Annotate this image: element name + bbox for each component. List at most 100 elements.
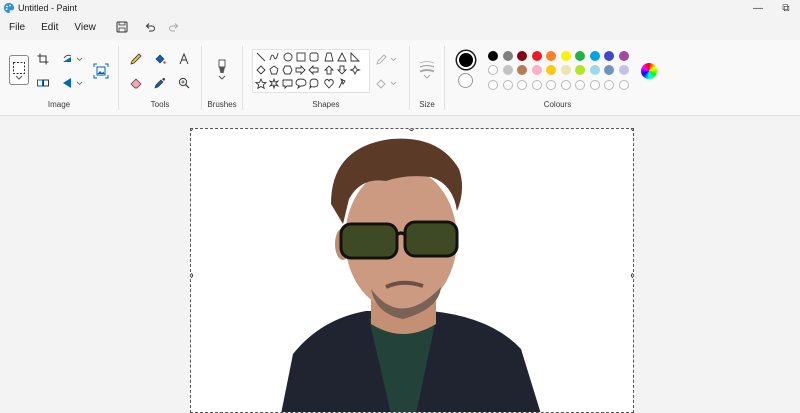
size-group: Size [410, 40, 444, 116]
custom-colour-slot[interactable] [575, 80, 585, 90]
shape-outline-icon [376, 54, 397, 65]
menu-file[interactable]: File [0, 16, 33, 38]
right-arrow-shape-icon [295, 64, 306, 76]
image-group-label: Image [47, 100, 71, 109]
colour-swatch[interactable] [618, 65, 629, 75]
colour-swatch[interactable] [531, 65, 542, 75]
crop-button[interactable] [36, 52, 50, 66]
colour-swatch[interactable] [546, 65, 556, 75]
menu-edit[interactable]: Edit [33, 16, 66, 38]
undo-button[interactable] [138, 16, 162, 38]
custom-colour-slot[interactable] [589, 80, 600, 90]
title-bar: Untitled - Paint — ⧉ [0, 0, 800, 16]
colour-swatch[interactable] [575, 65, 585, 75]
resize-handle[interactable] [631, 273, 633, 278]
magnifier-button[interactable] [177, 76, 191, 90]
secondary-color-swatch[interactable] [458, 73, 473, 88]
text-button[interactable] [177, 52, 191, 66]
colour-swatch[interactable] [575, 51, 585, 61]
image-creator-icon [93, 63, 109, 79]
colour-swatch[interactable] [560, 51, 571, 61]
shapes-grid [254, 51, 361, 90]
colour-swatch[interactable] [488, 51, 498, 61]
colour-swatch[interactable] [604, 65, 614, 75]
colour-swatch[interactable] [589, 51, 600, 61]
flip-icon [63, 78, 83, 88]
resize-handle[interactable] [631, 129, 633, 131]
cloud-callout-shape-icon [309, 78, 319, 90]
window-controls: — ⧉ [744, 0, 800, 16]
six-point-star-shape-icon [268, 77, 280, 90]
custom-colour-slot[interactable] [560, 80, 571, 90]
colour-swatch[interactable] [517, 65, 527, 75]
colour-swatch[interactable] [604, 51, 614, 61]
colour-swatch[interactable] [488, 65, 498, 75]
colours-group: Colours [445, 40, 670, 116]
custom-colour-slot[interactable] [618, 80, 629, 90]
rectangle-shape-icon [296, 52, 306, 62]
colour-swatch[interactable] [502, 65, 513, 75]
colour-swatch[interactable] [546, 51, 556, 61]
pentagon-shape-icon [269, 65, 279, 75]
minimize-button[interactable]: — [744, 0, 772, 16]
paint-palette-icon [4, 3, 14, 13]
portrait-photo [281, 138, 541, 412]
chevron-down-icon [15, 75, 23, 80]
edit-colors-button[interactable] [641, 63, 657, 79]
size-group-label: Size [419, 100, 435, 109]
restore-button[interactable]: ⧉ [772, 0, 800, 16]
custom-colour-slot[interactable] [502, 80, 513, 90]
tools-group-label: Tools [150, 100, 170, 109]
colour-swatch[interactable] [502, 51, 513, 61]
eraser-button[interactable] [129, 76, 143, 90]
brushes-button[interactable] [213, 54, 231, 84]
flip-button[interactable] [60, 76, 84, 90]
ribbon: Image Tools Brushes Shapes Size Colours [0, 40, 800, 116]
redo-button[interactable] [162, 16, 186, 38]
shapes-group: Shapes [243, 40, 409, 116]
rotate-icon [63, 54, 83, 62]
rounded-rectangle-shape-icon [309, 52, 319, 62]
four-point-star-shape-icon [349, 64, 361, 76]
colour-swatch[interactable] [531, 51, 542, 61]
rectangle-callout-shape-icon [282, 79, 293, 90]
drawing-canvas[interactable] [190, 128, 634, 413]
eraser-icon [130, 78, 142, 89]
brushes-group-label: Brushes [207, 100, 237, 109]
rotate-button[interactable] [60, 52, 84, 66]
size-button[interactable] [417, 54, 437, 84]
custom-colour-slot[interactable] [531, 80, 542, 90]
tools-group: Tools [119, 40, 201, 116]
pencil-icon [130, 53, 142, 65]
colour-swatch[interactable] [560, 65, 571, 75]
color-picker-icon [154, 77, 166, 89]
fill-button[interactable] [153, 52, 167, 66]
custom-colour-slot[interactable] [517, 80, 527, 90]
color-picker-button[interactable] [153, 76, 167, 90]
custom-colour-slot[interactable] [488, 80, 498, 90]
outline-button[interactable] [376, 52, 398, 66]
right-triangle-shape-icon [350, 51, 361, 62]
window-title: Untitled - Paint [18, 3, 78, 13]
selection-rectangle-icon [13, 61, 25, 74]
floppy-disk-icon [116, 21, 128, 33]
up-arrow-shape-icon [323, 65, 335, 75]
primary-color-swatch[interactable] [457, 51, 475, 69]
colour-swatch[interactable] [618, 51, 629, 61]
menu-view[interactable]: View [66, 16, 104, 38]
resize-icon [37, 79, 49, 87]
oval-shape-icon [283, 52, 293, 62]
custom-colour-slot[interactable] [546, 80, 556, 90]
resize-button[interactable] [36, 76, 50, 90]
brush-icon [218, 59, 226, 73]
colour-swatch[interactable] [589, 65, 600, 75]
pencil-button[interactable] [129, 52, 143, 66]
custom-colour-slot[interactable] [604, 80, 614, 90]
image-creator-button[interactable] [92, 62, 110, 80]
undo-icon [145, 23, 155, 32]
triangle-shape-icon [337, 51, 347, 62]
shape-fill-button[interactable] [376, 76, 398, 90]
save-button[interactable] [110, 16, 134, 38]
selection-button[interactable] [9, 55, 29, 85]
colour-swatch[interactable] [517, 51, 527, 61]
